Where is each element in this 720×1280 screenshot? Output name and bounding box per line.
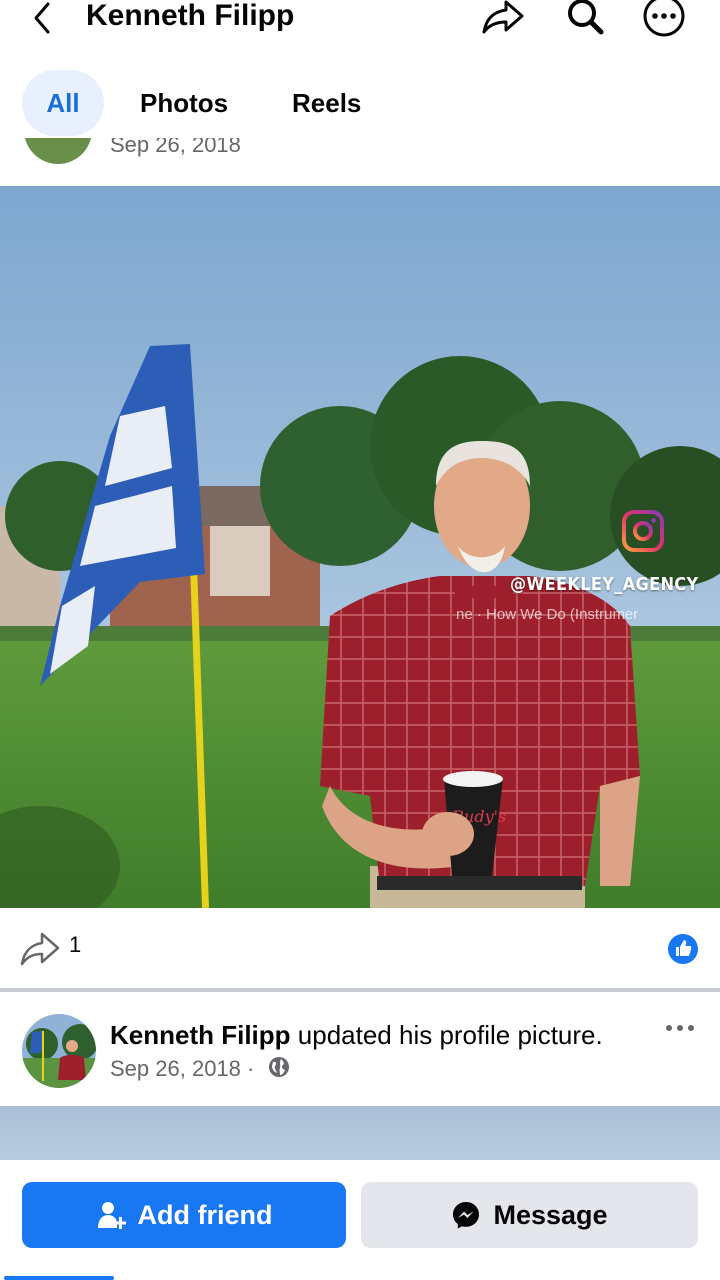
share-icon[interactable] xyxy=(20,930,60,968)
post-title: Kenneth Filipp updated his profile pictu… xyxy=(110,1020,603,1051)
more-icon[interactable] xyxy=(640,0,686,38)
top-app-bar: Kenneth Filipp xyxy=(0,0,720,40)
post-action: updated his profile picture. xyxy=(290,1020,603,1050)
previous-post-header: Sep 26, 2018 xyxy=(0,138,720,184)
message-label: Message xyxy=(493,1199,608,1230)
search-icon[interactable] xyxy=(562,0,608,38)
watermark-handle: @WEEKLEY_AGENCY xyxy=(510,574,699,595)
share-icon[interactable] xyxy=(480,0,526,38)
tab-all[interactable]: All xyxy=(22,70,104,136)
share-count: 1 xyxy=(69,932,82,957)
post-actions: 1 xyxy=(0,908,720,988)
message-button[interactable]: Message xyxy=(361,1182,698,1248)
profile-action-bar: Add friend Message xyxy=(0,1160,720,1280)
avatar[interactable] xyxy=(22,1014,96,1088)
page-title: Kenneth Filipp xyxy=(86,0,295,32)
more-options-icon[interactable] xyxy=(664,1022,696,1034)
post-date: Sep 26, 2018 xyxy=(110,1056,241,1081)
next-post-photo[interactable] xyxy=(0,1106,720,1162)
like-reaction-icon[interactable] xyxy=(668,934,698,964)
post-header: Kenneth Filipp updated his profile pictu… xyxy=(0,992,720,1104)
tab-photos[interactable]: Photos xyxy=(140,70,228,136)
post-author[interactable]: Kenneth Filipp xyxy=(110,1020,291,1050)
avatar[interactable] xyxy=(24,138,92,164)
globe-icon xyxy=(269,1057,289,1077)
add-friend-icon xyxy=(97,1202,126,1229)
add-friend-label: Add friend xyxy=(137,1199,273,1230)
tab-reels[interactable]: Reels xyxy=(292,70,361,136)
post-date: Sep 26, 2018 xyxy=(110,138,241,157)
post-photo[interactable]: Rudy's @WEEKLEY_AGENCY ne · How We Do (I… xyxy=(0,186,720,908)
add-friend-button[interactable]: Add friend xyxy=(22,1182,346,1248)
watermark-music: ne · How We Do (Instrumer xyxy=(456,606,639,623)
filter-tabs: All Photos Reels xyxy=(0,68,720,138)
meta-separator: · xyxy=(247,1056,255,1081)
instagram-icon xyxy=(622,510,664,552)
golf-course-photo: Rudy's xyxy=(0,186,720,908)
post-meta: Sep 26, 2018 · xyxy=(110,1056,254,1082)
messenger-icon xyxy=(453,1202,480,1229)
avatar-image xyxy=(22,1014,96,1088)
tab-indicator xyxy=(4,1276,114,1280)
chevron-left-icon[interactable] xyxy=(28,0,58,36)
